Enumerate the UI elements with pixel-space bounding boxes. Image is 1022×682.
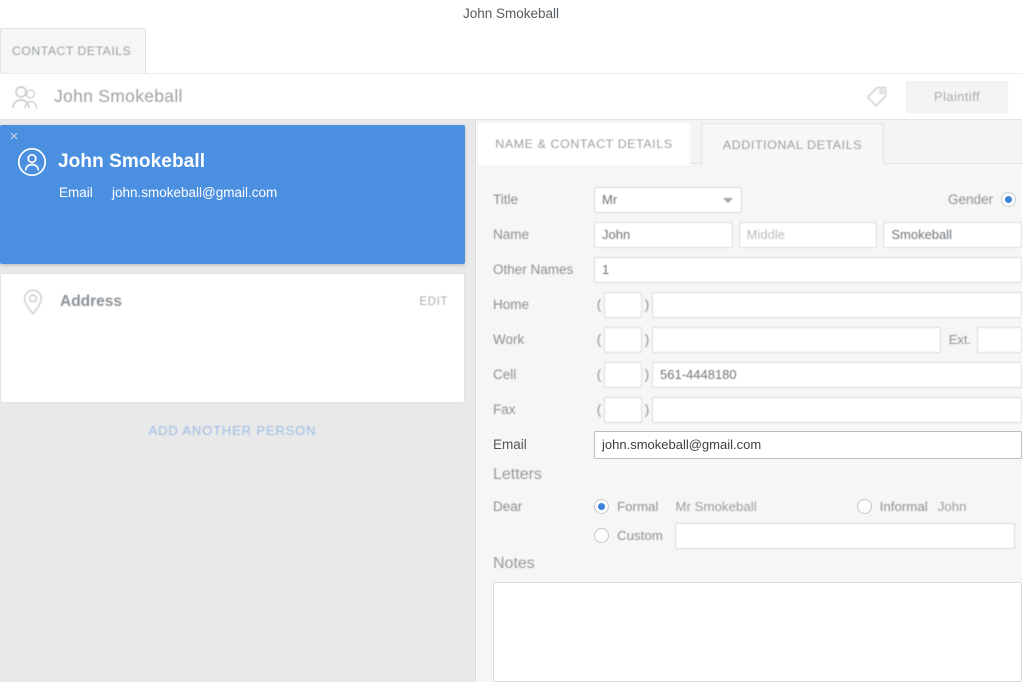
location-pin-icon: [20, 288, 46, 316]
left-pane: × John Smokeball Email john.smokeball@gm…: [0, 120, 476, 682]
cell-paren-open: (: [594, 367, 604, 382]
fax-paren-open: (: [594, 402, 604, 417]
last-name-value: Smokeball: [891, 227, 952, 242]
last-name-input[interactable]: Smokeball: [883, 222, 1022, 248]
contact-details-window: John Smokeball CONTACT DETAILS John Smok…: [0, 0, 1022, 682]
notes-section-label: Notes: [477, 555, 535, 573]
work-paren-close: ): [642, 332, 652, 347]
row-email: Email john.smokeball@gmail.com: [477, 427, 1022, 462]
title-select[interactable]: Mr: [594, 187, 742, 213]
dear-formal-label: Formal: [617, 499, 658, 514]
home-number-input[interactable]: [652, 292, 1022, 318]
row-notes-section: Notes: [477, 551, 1022, 577]
tab-additional-details[interactable]: ADDITIONAL DETAILS: [701, 123, 884, 165]
gender-group: Gender: [948, 182, 1022, 217]
gender-radio-selected[interactable]: [1001, 192, 1016, 207]
letters-section-label: Letters: [477, 466, 542, 484]
address-card[interactable]: Address EDIT: [0, 273, 465, 403]
dear-custom-input[interactable]: [675, 523, 1015, 549]
title-label: Title: [477, 192, 594, 207]
people-icon: [10, 84, 40, 110]
right-pane: NAME & CONTACT DETAILS ADDITIONAL DETAIL…: [477, 120, 1022, 682]
row-other-names: Other Names 1: [477, 252, 1022, 287]
other-names-value: 1: [602, 262, 609, 277]
dear-informal-radio[interactable]: [857, 499, 872, 514]
first-name-input[interactable]: John: [594, 222, 733, 248]
ext-label: Ext.: [949, 332, 971, 347]
home-paren-close: ): [642, 297, 652, 312]
address-edit-button[interactable]: EDIT: [419, 296, 448, 308]
row-cell-phone: Cell ( ) 561-4448180: [477, 357, 1022, 392]
home-paren-open: (: [594, 297, 604, 312]
dear-informal-label: Informal: [880, 499, 928, 514]
notes-textarea[interactable]: [493, 582, 1022, 682]
name-label: Name: [477, 227, 594, 242]
cell-area-code-input[interactable]: [604, 362, 642, 388]
other-names-label: Other Names: [477, 262, 594, 277]
person-card-name: John Smokeball: [58, 151, 205, 173]
dear-custom-label: Custom: [617, 528, 663, 543]
dear-informal-value: John: [938, 499, 967, 514]
email-label: Email: [477, 437, 594, 452]
row-name: Name John Middle Smokeball: [477, 217, 1022, 252]
tab-name-contact-details[interactable]: NAME & CONTACT DETAILS: [478, 123, 690, 165]
tab-additional-details-label: ADDITIONAL DETAILS: [723, 138, 862, 152]
dear-formal-value: Mr Smokeball: [675, 499, 756, 514]
work-ext-input[interactable]: [977, 327, 1022, 353]
work-number-input[interactable]: [652, 327, 941, 353]
dear-custom-radio[interactable]: [594, 528, 609, 543]
first-name-value: John: [602, 227, 630, 242]
add-another-person-button[interactable]: ADD ANOTHER PERSON: [0, 423, 465, 438]
tag-icon[interactable]: [864, 84, 890, 110]
cell-number-value: 561-4448180: [660, 367, 737, 382]
person-card-email-value: john.smokeball@gmail.com: [112, 185, 277, 200]
address-card-title: Address: [60, 293, 122, 311]
contact-header: John Smokeball Plaintiff: [0, 73, 1022, 120]
home-area-code-input[interactable]: [604, 292, 642, 318]
window-title: John Smokeball: [0, 0, 1022, 28]
cell-number-input[interactable]: 561-4448180: [652, 362, 1022, 388]
row-fax: Fax ( ): [477, 392, 1022, 427]
fax-area-code-input[interactable]: [604, 397, 642, 423]
work-paren-open: (: [594, 332, 604, 347]
cell-label: Cell: [477, 367, 594, 382]
chevron-down-icon: [723, 198, 733, 203]
body-split: × John Smokeball Email john.smokeball@gm…: [0, 120, 1022, 682]
role-badge-button[interactable]: Plaintiff: [906, 81, 1008, 113]
dear-label: Dear: [477, 499, 594, 514]
detail-tab-strip: NAME & CONTACT DETAILS ADDITIONAL DETAIL…: [477, 120, 1022, 164]
email-value: john.smokeball@gmail.com: [602, 437, 761, 452]
row-work-phone: Work ( ) Ext.: [477, 322, 1022, 357]
person-card[interactable]: × John Smokeball Email john.smokeball@gm…: [0, 125, 465, 264]
middle-name-placeholder: Middle: [747, 227, 785, 242]
fax-label: Fax: [477, 402, 594, 417]
work-area-code-input[interactable]: [604, 327, 642, 353]
contact-header-name: John Smokeball: [54, 86, 183, 107]
home-label: Home: [477, 297, 594, 312]
fax-number-input[interactable]: [652, 397, 1022, 423]
gender-label: Gender: [948, 192, 993, 207]
contact-form: Title Mr Gender Name John: [477, 164, 1022, 682]
person-circle-icon: [17, 147, 47, 177]
close-icon[interactable]: ×: [7, 130, 21, 144]
row-title: Title Mr Gender: [477, 182, 1022, 217]
fax-paren-close: ): [642, 402, 652, 417]
email-input[interactable]: john.smokeball@gmail.com: [594, 431, 1022, 459]
title-select-value: Mr: [602, 192, 617, 207]
dear-formal-radio[interactable]: [594, 499, 609, 514]
tab-contact-details[interactable]: CONTACT DETAILS: [0, 28, 146, 73]
middle-name-input[interactable]: Middle: [739, 222, 878, 248]
row-home-phone: Home ( ): [477, 287, 1022, 322]
work-label: Work: [477, 332, 594, 347]
tab-name-contact-details-label: NAME & CONTACT DETAILS: [495, 137, 673, 151]
person-card-email-label: Email: [59, 185, 93, 200]
row-dear-custom: Custom: [477, 518, 1022, 553]
module-tab-strip: CONTACT DETAILS: [0, 28, 1022, 73]
row-letters-section: Letters: [477, 462, 1022, 488]
cell-paren-close: ): [642, 367, 652, 382]
other-names-input[interactable]: 1: [594, 257, 1022, 283]
role-badge-label: Plaintiff: [934, 89, 980, 104]
tab-contact-details-label: CONTACT DETAILS: [12, 44, 131, 58]
